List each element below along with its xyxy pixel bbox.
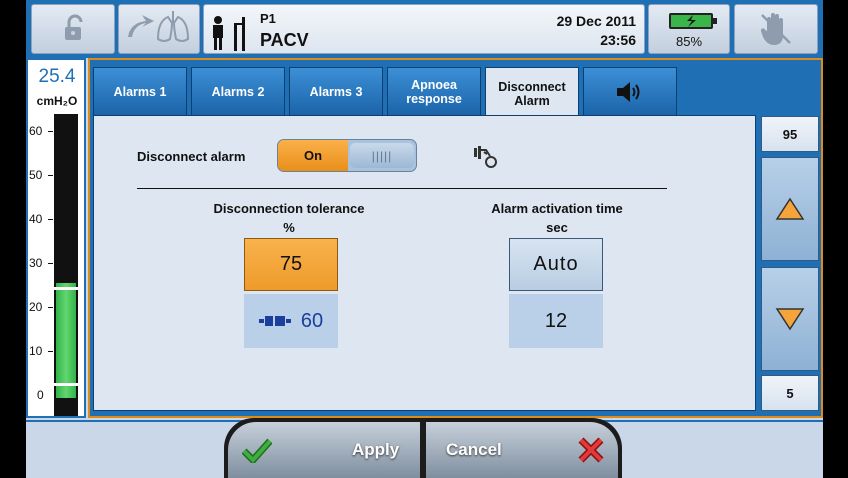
tab-sound[interactable]: [583, 67, 677, 116]
patient-id: P1: [260, 11, 276, 26]
alarm-settings-panel: Alarms 1 Alarms 2 Alarms 3 Apnoea respon…: [88, 58, 823, 418]
gauge-tick-50: 50: [29, 168, 54, 182]
disconnect-alarm-toggle[interactable]: On |||||: [277, 139, 417, 172]
tolerance-measured: 60: [244, 294, 338, 348]
tab-apnoea-response[interactable]: Apnoea response: [387, 67, 481, 116]
cancel-label: Cancel: [446, 440, 502, 459]
lung-test-button[interactable]: [118, 4, 200, 54]
activation-measured-value: 12: [544, 309, 568, 332]
tab-disconnect-alarm[interactable]: Disconnect Alarm: [485, 67, 579, 119]
gauge-lower-mark: [54, 383, 78, 387]
increase-button[interactable]: [761, 157, 819, 261]
gauge-bar: [54, 114, 78, 416]
disconnect-sensor-icon: [474, 146, 497, 168]
gauge-tick-0: 0: [37, 388, 60, 402]
tolerance-title: Disconnection tolerance: [213, 201, 365, 216]
lung-icon: [128, 11, 190, 42]
pressure-value: 25.4: [38, 66, 76, 87]
activation-setting[interactable]: Auto: [509, 238, 603, 291]
time-display: 23:56: [600, 32, 636, 48]
alarm-pause-button[interactable]: [734, 4, 818, 54]
pressure-unit: cmH₂O: [36, 94, 78, 108]
toggle-on-label: On: [278, 140, 348, 171]
gauge-fill: [56, 283, 76, 398]
cancel-button[interactable]: Cancel: [426, 422, 618, 478]
tube-icon: [258, 316, 291, 326]
tolerance-setting[interactable]: 75: [244, 238, 338, 291]
toggle-grip[interactable]: |||||: [350, 143, 414, 168]
tab-alarms-3[interactable]: Alarms 3: [289, 67, 383, 116]
tolerance-unit: %: [283, 220, 295, 235]
activation-unit: sec: [546, 220, 568, 235]
top-bar: P1 PACV 29 Dec 2011 23:56 85%: [26, 0, 823, 58]
decrease-button[interactable]: [761, 267, 819, 371]
date-display: 29 Dec 2011: [556, 13, 636, 29]
speaker-icon: [617, 82, 640, 102]
close-icon: [578, 437, 604, 463]
range-max: 95: [761, 116, 819, 152]
range-min: 5: [761, 375, 819, 411]
tab-alarms-2[interactable]: Alarms 2: [191, 67, 285, 116]
patient-info-panel[interactable]: P1 PACV 29 Dec 2011 23:56: [203, 4, 645, 54]
arrow-down-icon: [775, 308, 805, 331]
activation-title: Alarm activation time: [491, 201, 623, 216]
lock-button[interactable]: [31, 4, 115, 54]
gauge-tick-30: 30: [29, 256, 54, 270]
arrow-up-icon: [775, 197, 805, 220]
gauge-tick-10: 10: [29, 344, 54, 358]
patient-icon: [213, 16, 245, 51]
gauge-tick-60: 60: [29, 124, 54, 138]
unlock-icon: [65, 14, 83, 40]
battery-icon: [669, 13, 717, 29]
apply-label: Apply: [352, 440, 400, 459]
section-divider: [137, 188, 667, 189]
gauge-upper-mark: [54, 286, 78, 290]
battery-percent: 85%: [675, 34, 703, 49]
gauge-tick-40: 40: [29, 212, 54, 226]
pressure-gauge: 25.4 cmH₂O 60 50 40 30 20 10 0: [26, 58, 86, 418]
battery-status: 85%: [648, 4, 730, 54]
gauge-tick-20: 20: [29, 300, 54, 314]
tolerance-measured-value: 60: [300, 309, 324, 332]
tab-alarms-1[interactable]: Alarms 1: [93, 67, 187, 116]
check-icon: [242, 438, 272, 463]
disconnect-alarm-content: Disconnect alarm On ||||| Disconnection …: [93, 115, 756, 411]
activation-measured: 12: [509, 294, 603, 348]
ventilation-mode: PACV: [260, 30, 309, 50]
hand-icon: [760, 13, 791, 45]
ventilator-screen: P1 PACV 29 Dec 2011 23:56 85% 25.4 cmH₂O…: [26, 0, 823, 478]
apply-button[interactable]: Apply: [228, 422, 420, 478]
disconnect-alarm-label: Disconnect alarm: [137, 149, 246, 164]
